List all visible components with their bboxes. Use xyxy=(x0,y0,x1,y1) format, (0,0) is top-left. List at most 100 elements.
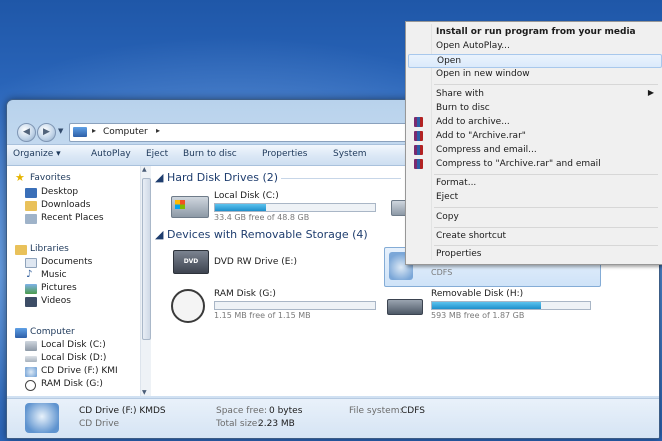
menu-item-label: Add to "Archive.rar" xyxy=(436,131,526,141)
sidebar-item-label: Recent Places xyxy=(41,213,104,223)
recent-places-icon xyxy=(25,214,37,224)
menu-item-properties[interactable]: Properties xyxy=(408,248,660,262)
menu-item-open-autoplay[interactable]: Open AutoPlay... xyxy=(408,40,660,54)
menu-separator xyxy=(434,245,658,246)
star-icon: ★ xyxy=(15,171,25,184)
libraries-icon xyxy=(15,245,27,255)
drive-e-tile-icon[interactable]: DVD xyxy=(173,250,209,274)
sidebar-item-label: Local Disk (D:) xyxy=(41,353,107,363)
breadcrumb-computer[interactable]: Computer xyxy=(103,127,148,137)
submenu-arrow-icon: ▶ xyxy=(647,88,654,97)
menu-item-label: Copy xyxy=(436,212,459,222)
burn-to-disc-button[interactable]: Burn to disc xyxy=(183,149,237,159)
drive-c-name[interactable]: Local Disk (C:) xyxy=(214,191,279,201)
winrar-icon xyxy=(414,159,423,169)
drive-e-name[interactable]: DVD RW Drive (E:) xyxy=(214,257,297,267)
drive-h-tile-icon[interactable] xyxy=(387,299,423,315)
computer-icon xyxy=(15,328,27,338)
sidebar-item-label: RAM Disk (G:) xyxy=(41,379,103,389)
hard-drive-icon xyxy=(171,196,209,218)
details-filesystem-value: CDFS xyxy=(401,406,425,416)
address-bar[interactable]: ▸ Computer ▸ xyxy=(69,123,416,142)
menu-item-install-run[interactable]: Install or run program from your media xyxy=(408,26,660,40)
details-total-size-value: 2.23 MB xyxy=(258,419,295,429)
menu-item-burn-to-disc[interactable]: Burn to disc xyxy=(408,102,660,116)
breadcrumb-separator-icon[interactable]: ▸ xyxy=(156,126,160,135)
navigation-scrollbar[interactable]: ▲ ▼ xyxy=(140,166,151,396)
removable-disk-icon xyxy=(387,299,423,315)
drive-c-free-space: 33.4 GB free of 48.8 GB xyxy=(214,213,310,222)
ram-disk-icon xyxy=(25,380,36,391)
menu-separator xyxy=(434,227,658,228)
drive-g-name[interactable]: RAM Disk (G:) xyxy=(214,289,276,299)
group-header-hard-disk-drives[interactable]: ◢ Hard Disk Drives (2) xyxy=(155,171,278,184)
menu-item-compress-and-email[interactable]: Compress and email... xyxy=(408,144,660,158)
autoplay-button[interactable]: AutoPlay xyxy=(91,149,131,159)
menu-separator xyxy=(434,207,658,208)
menu-item-add-to-archive[interactable]: Add to archive... xyxy=(408,116,660,130)
drive-f-filesystem: CDFS xyxy=(431,268,453,277)
details-space-free-value: 0 bytes xyxy=(269,406,303,416)
menu-separator xyxy=(434,174,658,175)
sidebar-item-label: Downloads xyxy=(41,200,91,210)
group-header-removable-storage[interactable]: ◢ Devices with Removable Storage (4) xyxy=(155,228,368,241)
hard-drive-icon xyxy=(25,356,37,362)
menu-item-label: Open AutoPlay... xyxy=(436,41,510,51)
scrollbar-thumb[interactable] xyxy=(142,178,151,340)
menu-item-copy[interactable]: Copy xyxy=(408,211,660,225)
sidebar-item-label: Favorites xyxy=(30,173,71,183)
menu-item-eject[interactable]: Eject xyxy=(408,191,660,205)
context-menu: Install or run program from your media O… xyxy=(405,21,662,265)
sidebar-item-label: Local Disk (C:) xyxy=(41,340,106,350)
back-button[interactable]: ◀ xyxy=(17,123,36,142)
menu-item-label: Install or run program from your media xyxy=(436,27,636,37)
menu-item-share-with[interactable]: Share with ▶ xyxy=(408,88,660,102)
details-pane: CD Drive (F:) KMDS CD Drive Space free: … xyxy=(7,398,659,438)
usage-fill xyxy=(215,204,267,211)
pictures-icon xyxy=(25,284,37,294)
computer-icon xyxy=(73,127,87,137)
sidebar-item-label: Pictures xyxy=(41,283,77,293)
drive-g-usage-bar xyxy=(214,301,376,310)
recent-pages-arrow-icon[interactable]: ▼ xyxy=(58,127,63,135)
forward-button[interactable]: ▶ xyxy=(37,123,56,142)
menu-item-open[interactable]: Open xyxy=(408,54,662,68)
sidebar-item-label: CD Drive (F:) KMI xyxy=(41,366,118,376)
details-drive-name: CD Drive (F:) KMDS xyxy=(79,406,166,416)
drive-g-tile-icon[interactable] xyxy=(171,289,205,323)
menu-item-label: Open in new window xyxy=(436,69,530,79)
winrar-icon xyxy=(414,145,423,155)
breadcrumb-separator-icon[interactable]: ▸ xyxy=(92,126,96,135)
menu-item-label: Burn to disc xyxy=(436,103,490,113)
organize-button[interactable]: Organize ▾ xyxy=(13,149,61,159)
group-title: Devices with Removable Storage (4) xyxy=(166,228,368,241)
menu-item-open-new-window[interactable]: Open in new window xyxy=(408,68,660,82)
eject-button[interactable]: Eject xyxy=(146,149,168,159)
menu-item-format[interactable]: Format... xyxy=(408,177,660,191)
drive-c-usage-bar xyxy=(214,203,376,212)
drive-c-tile-icon[interactable] xyxy=(171,196,209,218)
menu-item-add-to-archive-rar[interactable]: Add to "Archive.rar" xyxy=(408,130,660,144)
scroll-up-arrow-icon[interactable]: ▲ xyxy=(142,166,147,173)
menu-item-label: Add to archive... xyxy=(436,117,510,127)
group-title: Hard Disk Drives (2) xyxy=(166,171,279,184)
menu-item-compress-to-rar-email[interactable]: Compress to "Archive.rar" and email xyxy=(408,158,660,172)
scroll-down-arrow-icon[interactable]: ▼ xyxy=(142,389,147,396)
sidebar-item-label: Desktop xyxy=(41,187,79,197)
sidebar-item-label: Libraries xyxy=(30,244,69,254)
documents-icon xyxy=(25,258,37,268)
sidebar-item-label: Music xyxy=(41,270,67,280)
cd-drive-icon xyxy=(25,367,37,377)
music-note-icon: ♪ xyxy=(26,269,33,280)
sidebar-item-label: Documents xyxy=(41,257,93,267)
usage-fill xyxy=(432,302,542,309)
drive-h-name[interactable]: Removable Disk (H:) xyxy=(431,289,523,299)
details-space-free-label: Space free: xyxy=(216,406,268,416)
menu-item-label: Open xyxy=(437,56,462,66)
system-properties-button[interactable]: System xyxy=(333,149,367,159)
menu-item-create-shortcut[interactable]: Create shortcut xyxy=(408,230,660,244)
cd-drive-icon xyxy=(25,403,59,433)
properties-button[interactable]: Properties xyxy=(262,149,307,159)
menu-item-label: Share with xyxy=(436,89,484,99)
navigation-pane: ★ Favorites Desktop Downloads Recent Pla… xyxy=(7,166,145,396)
